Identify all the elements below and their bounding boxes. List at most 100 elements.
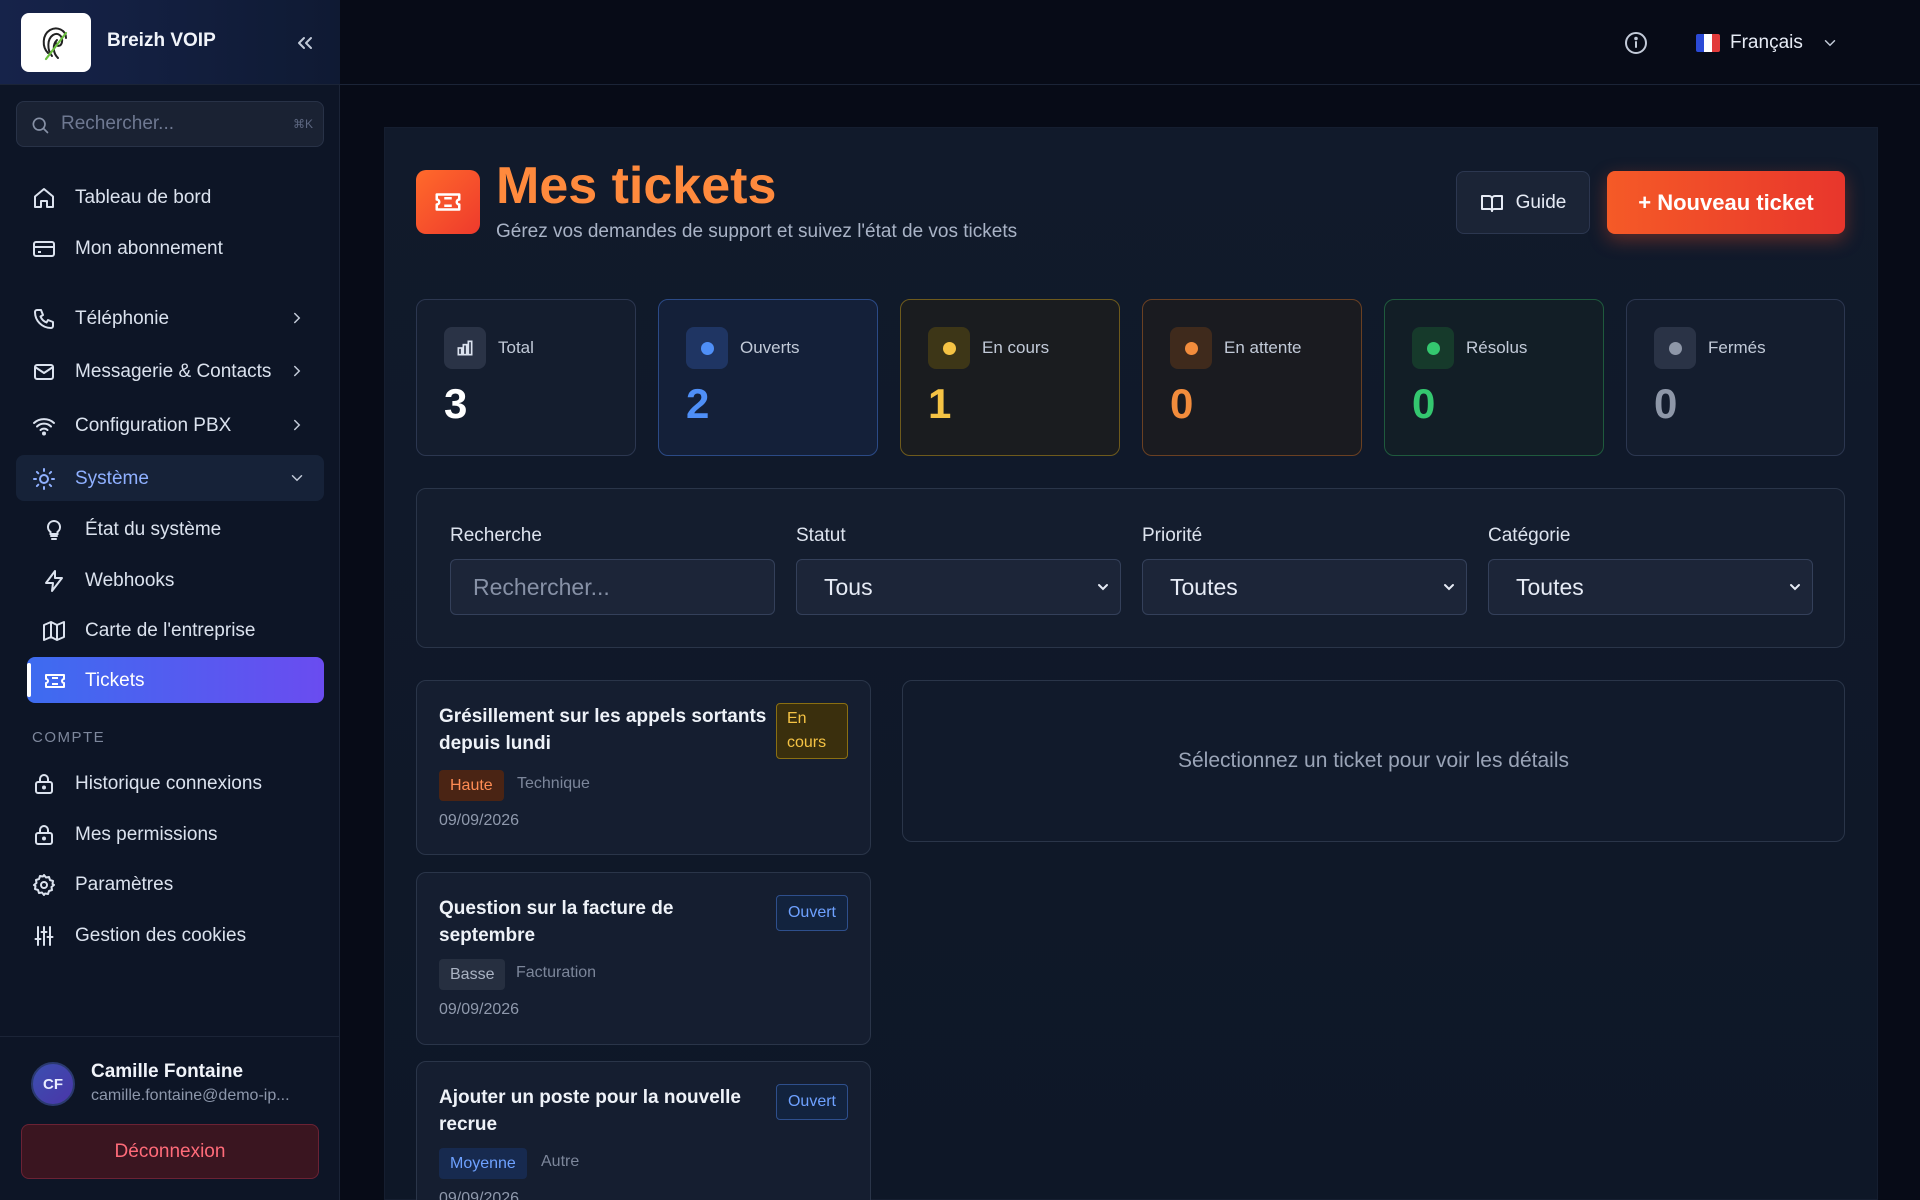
- lightbulb-icon: [42, 518, 66, 542]
- sidebar-item-settings[interactable]: Paramètres: [16, 861, 324, 907]
- sidebar-item-subscription[interactable]: Mon abonnement: [16, 225, 324, 271]
- ticket-title: Ajouter un poste pour la nouvelle recrue: [439, 1087, 741, 1135]
- gear-icon: [32, 873, 56, 897]
- mail-icon: [32, 360, 56, 384]
- status-select[interactable]: Tous: [796, 559, 1121, 615]
- sidebar-item-label: Historique connexions: [75, 773, 262, 794]
- ticket-search-input[interactable]: [450, 559, 775, 615]
- chevron-down-icon: [1441, 579, 1457, 595]
- ticket-title: Question sur la facture de septembre: [439, 898, 674, 946]
- filter-status-label: Statut: [796, 525, 846, 546]
- stat-label: Résolus: [1466, 338, 1528, 357]
- sidebar-item-label: Tickets: [85, 670, 145, 691]
- stat-card-closed: Fermés 0: [1626, 299, 1845, 456]
- filter-search-label: Recherche: [450, 525, 542, 546]
- sidebar-item-label: Mon abonnement: [75, 238, 223, 259]
- wifi-icon: [32, 414, 56, 438]
- sidebar-item-system[interactable]: Système: [16, 455, 324, 501]
- stat-label: Ouverts: [740, 338, 800, 357]
- ticket-card[interactable]: Ajouter un poste pour la nouvelle recrue…: [416, 1061, 871, 1200]
- user-block: CF Camille Fontaine camille.fontaine@dem…: [0, 1036, 340, 1200]
- account-section-label: COMPTE: [32, 729, 106, 746]
- stat-value: 0: [1654, 380, 1678, 427]
- sidebar-item-label: Messagerie & Contacts: [75, 361, 272, 382]
- green-dot-icon: [1412, 327, 1454, 369]
- home-icon: [32, 186, 56, 210]
- orange-dot-icon: [1170, 327, 1212, 369]
- lightbulb-icon: [32, 467, 56, 491]
- sidebar-item-label: Webhooks: [85, 570, 175, 591]
- sidebar-item-label: Paramètres: [75, 874, 174, 895]
- sidebar-item-login-history[interactable]: Historique connexions: [16, 760, 324, 806]
- sidebar-item-system-status[interactable]: État du système: [16, 506, 324, 552]
- sidebar-item-webhooks[interactable]: Webhooks: [16, 557, 324, 603]
- ticket-icon: [43, 669, 67, 693]
- logout-button[interactable]: Déconnexion: [21, 1124, 319, 1179]
- stat-label: Fermés: [1708, 338, 1766, 357]
- category-select[interactable]: Toutes: [1488, 559, 1813, 615]
- stat-card-pending: En attente 0: [1142, 299, 1362, 456]
- language-label: Français: [1730, 32, 1803, 53]
- ticket-date: 09/09/2026: [439, 1190, 520, 1200]
- ticket-detail-placeholder: Sélectionnez un ticket pour voir les dét…: [902, 680, 1845, 842]
- ticket-date: 09/09/2026: [439, 1001, 520, 1018]
- info-icon[interactable]: [1621, 28, 1651, 58]
- filters-panel: Recherche Statut Tous Priorité Toutes Ca…: [416, 488, 1845, 648]
- stat-value: 2: [686, 380, 710, 427]
- sidebar-item-telephony[interactable]: Téléphonie: [16, 295, 324, 341]
- stat-label: Total: [498, 338, 534, 357]
- chevron-right-icon: [288, 309, 306, 327]
- filter-priority-label: Priorité: [1142, 525, 1203, 546]
- status-badge: Ouvert: [775, 895, 848, 931]
- ticket-card[interactable]: Grésillement sur les appels sortants dep…: [416, 680, 871, 855]
- lock-icon: [32, 823, 56, 847]
- guide-label: Guide: [1515, 191, 1567, 213]
- stat-label: En attente: [1224, 338, 1302, 357]
- avatar[interactable]: CF: [31, 1062, 75, 1106]
- priority-select[interactable]: Toutes: [1142, 559, 1467, 615]
- credit-card-icon: [32, 237, 56, 261]
- collapse-sidebar-icon[interactable]: [290, 28, 320, 58]
- stat-card-in-progress: En cours 1: [900, 299, 1120, 456]
- topbar: Français: [340, 0, 1920, 85]
- sidebar-item-permissions[interactable]: Mes permissions: [16, 811, 324, 857]
- brand-logo[interactable]: [21, 13, 91, 72]
- page-subtitle: Gérez vos demandes de support et suivez …: [496, 221, 1018, 242]
- chevron-down-icon: [1821, 34, 1839, 52]
- sidebar-item-messaging[interactable]: Messagerie & Contacts: [16, 348, 324, 394]
- sidebar-item-pbx-config[interactable]: Configuration PBX: [16, 402, 324, 448]
- new-ticket-button[interactable]: + Nouveau ticket: [1607, 171, 1845, 234]
- stat-card-total: Total 3: [416, 299, 636, 456]
- search-icon: [30, 115, 50, 135]
- sidebar-item-label: Système: [75, 468, 149, 489]
- ticket-category: Autre: [541, 1153, 580, 1170]
- lightning-icon: [42, 569, 66, 593]
- sidebar-search[interactable]: ⌘K: [16, 101, 324, 147]
- ticket-card[interactable]: Question sur la facture de septembre Ouv…: [416, 872, 871, 1045]
- chevron-down-icon: [1787, 579, 1803, 595]
- sidebar-item-dashboard[interactable]: Tableau de bord: [16, 174, 324, 220]
- stat-card-open: Ouverts 2: [658, 299, 878, 456]
- sidebar-search-input[interactable]: [61, 102, 291, 146]
- gray-dot-icon: [1654, 327, 1696, 369]
- sidebar-item-label: Gestion des cookies: [75, 925, 247, 946]
- status-select-value: Tous: [824, 574, 873, 600]
- sidebar-item-label: Téléphonie: [75, 308, 170, 329]
- stat-value: 1: [928, 380, 952, 427]
- language-selector[interactable]: Français: [1696, 26, 1839, 60]
- chevron-right-icon: [288, 362, 306, 380]
- stat-card-resolved: Résolus 0: [1384, 299, 1604, 456]
- map-icon: [42, 619, 66, 643]
- sidebar-item-company-map[interactable]: Carte de l'entreprise: [16, 607, 324, 653]
- stat-label: En cours: [982, 338, 1050, 357]
- stat-value: 0: [1170, 380, 1194, 427]
- sidebar-item-cookies[interactable]: Gestion des cookies: [16, 912, 324, 958]
- sidebar-item-tickets[interactable]: Tickets: [27, 657, 324, 703]
- brand-name: Breizh VOIP: [107, 30, 216, 51]
- stat-value: 3: [444, 380, 468, 427]
- blue-dot-icon: [686, 327, 728, 369]
- phone-icon: [32, 307, 56, 331]
- sidebar-item-label: Configuration PBX: [75, 415, 232, 436]
- priority-badge: Haute: [439, 770, 504, 801]
- guide-button[interactable]: Guide: [1456, 171, 1590, 234]
